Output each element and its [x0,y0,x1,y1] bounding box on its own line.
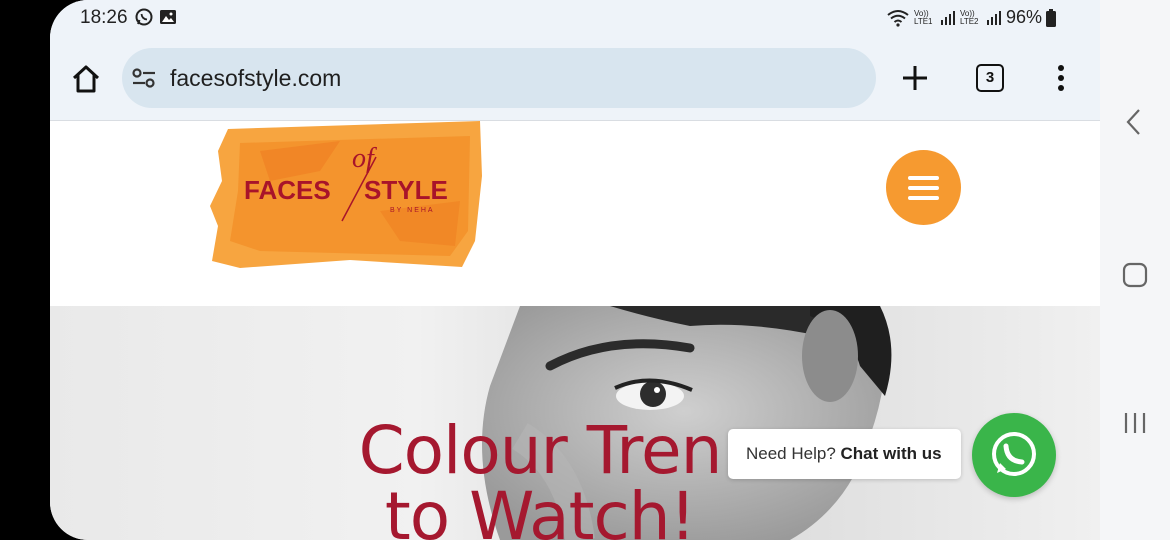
system-navigation-bar [1100,0,1170,540]
whatsapp-chat-button[interactable] [972,413,1056,497]
signal-icon [940,10,955,25]
hamburger-line [908,196,939,200]
back-icon[interactable] [1124,108,1144,136]
whatsapp-icon [992,432,1036,476]
whatsapp-icon [135,8,153,26]
network-label-2: Vo)) LTE2 [959,8,979,26]
logo-of-text: of [352,143,377,174]
site-header: FACES of STYLE BY NEHA [50,121,1100,306]
logo-faces-text: FACES [244,175,331,205]
hamburger-line [908,176,939,180]
site-logo[interactable]: FACES of STYLE BY NEHA [200,121,490,271]
home-icon[interactable] [70,63,102,95]
chat-prefix-text: Need Help? [746,444,836,463]
hero-title-line-2: to Watch! [384,478,696,540]
signal-icon [986,10,1001,25]
hero-title-line-1: Colour Tren [358,412,723,489]
chat-strong-text: Chat with us [840,444,942,463]
more-options-icon[interactable] [1050,64,1072,94]
hamburger-line [908,186,939,190]
url-text[interactable]: facesofstyle.com [170,65,341,92]
battery-percent: 96% [1005,7,1042,27]
gallery-icon [160,10,176,24]
site-settings-icon[interactable] [131,67,157,89]
menu-toggle-button[interactable] [886,150,961,225]
hero-title: Colour Tren to Watch! [310,418,770,540]
status-system-icons: Vo)) LTE1 Vo)) LTE2 96% [886,7,1056,28]
tab-switcher-button[interactable]: 3 [976,64,1004,92]
logo-byline-text: BY NEHA [390,207,435,214]
battery-icon [1046,8,1056,27]
chat-prompt-bubble[interactable]: Need Help? Chat with us [728,429,961,479]
hero-banner: Colour Tren to Watch! [50,306,1100,540]
network-label-1: Vo)) LTE1 [913,8,933,26]
new-tab-icon[interactable] [900,62,930,94]
address-bar[interactable]: facesofstyle.com [122,48,876,108]
browser-chrome: 18:26 Vo)) LTE1 Vo)) LTE2 96% facesofsty… [50,0,1100,121]
status-notification-icons [135,8,177,26]
wifi-icon [887,9,909,27]
phone-screen: 18:26 Vo)) LTE1 Vo)) LTE2 96% facesofsty… [50,0,1100,540]
status-time: 18:26 [80,7,128,28]
home-nav-icon[interactable] [1122,262,1148,288]
recents-icon[interactable] [1122,410,1148,436]
logo-style-text: STYLE [364,175,448,205]
